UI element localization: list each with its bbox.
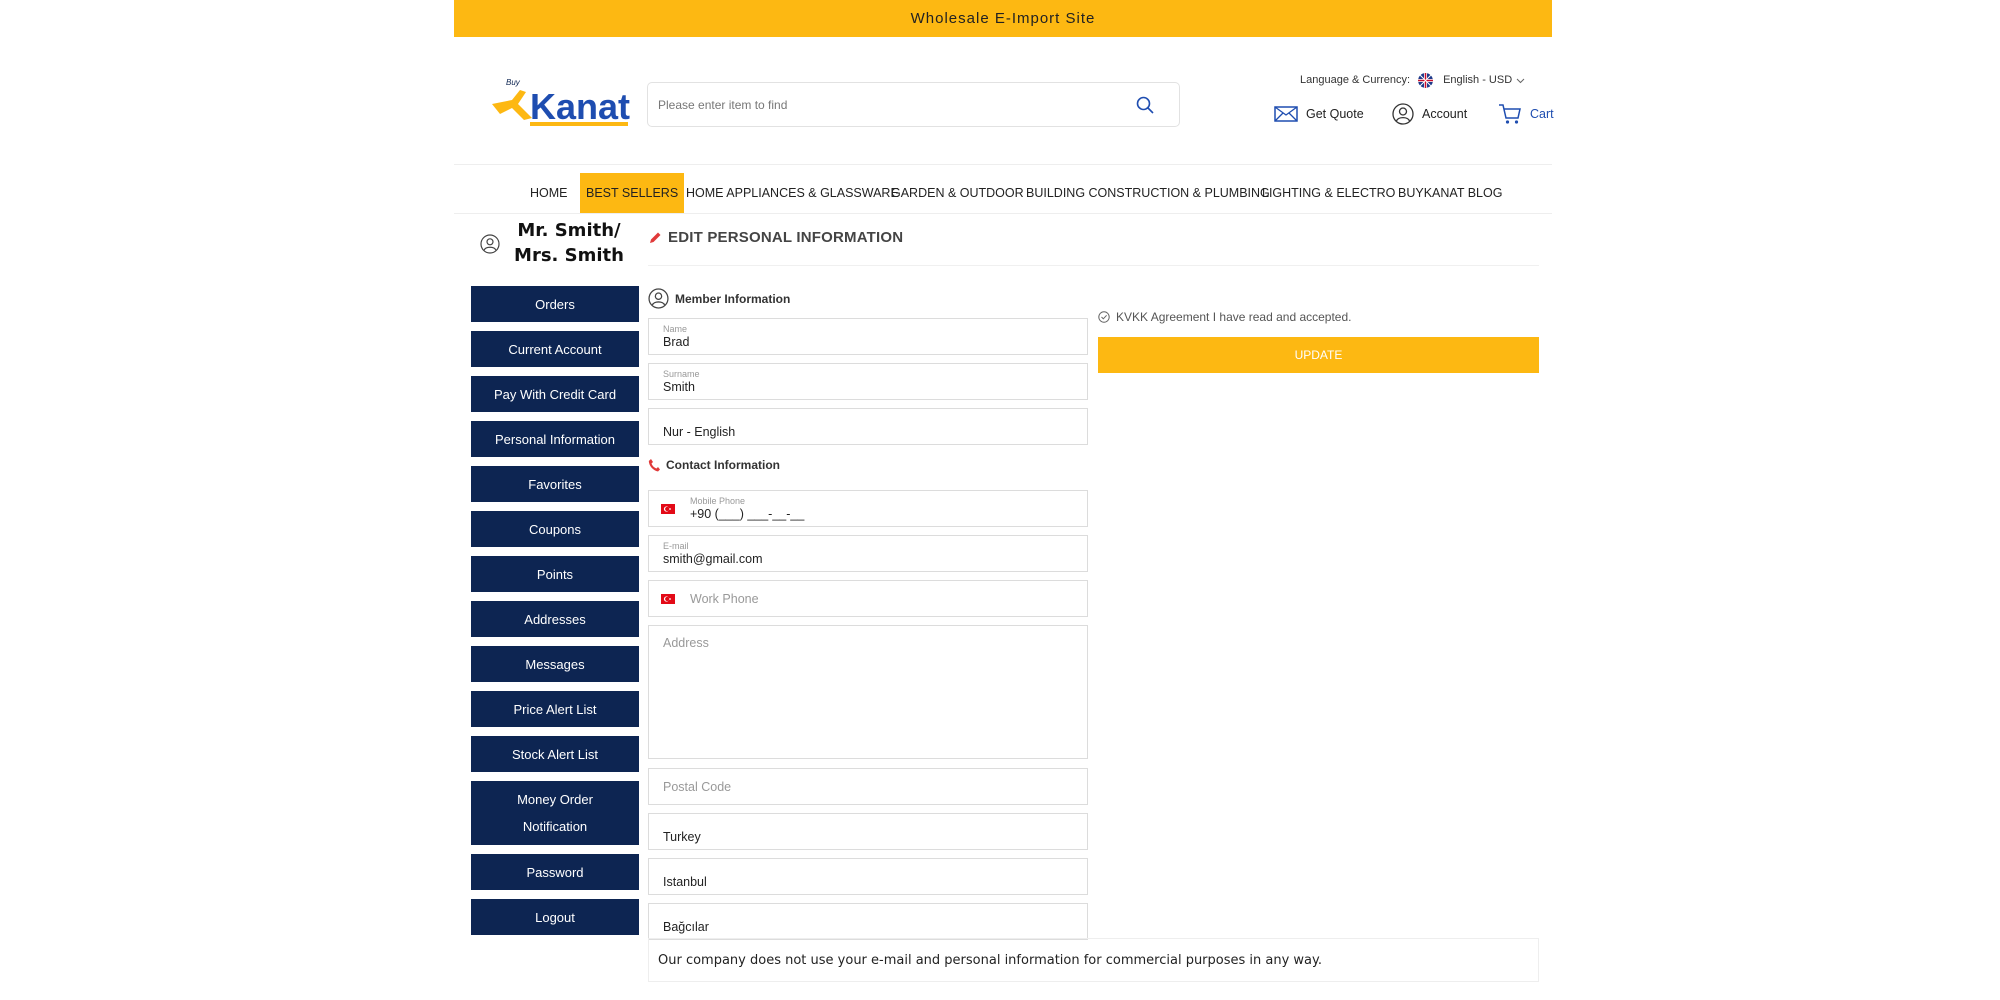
postal-code-field[interactable]: Postal Code [648, 768, 1088, 805]
sidebar-item-stock-alert[interactable]: Stock Alert List [471, 736, 639, 772]
account-label: Account [1422, 107, 1468, 121]
email-field[interactable]: E-mail smith@gmail.com [648, 535, 1088, 572]
district-value: Bağcılar [663, 920, 709, 934]
member-info-text: Member Information [675, 291, 791, 306]
search-input[interactable] [658, 97, 1135, 112]
sidebar-item-favorites[interactable]: Favorites [471, 466, 639, 502]
sidebar-item-logout[interactable]: Logout [471, 899, 639, 935]
nav-home-appliances[interactable]: HOME APPLIANCES & GLASSWARE [680, 173, 905, 213]
page-title-text: EDIT PERSONAL INFORMATION [668, 229, 904, 246]
turkey-flag-icon [661, 594, 675, 604]
language-value: Nur - English [663, 425, 736, 439]
mobile-phone-value: +90 (___) ___-__-__ [690, 507, 805, 521]
privacy-notice: Our company does not use your e-mail and… [648, 938, 1539, 982]
work-phone-field[interactable]: Work Phone [648, 580, 1088, 617]
search-box [647, 82, 1180, 127]
email-label: E-mail [663, 541, 689, 551]
get-quote-label: Get Quote [1306, 107, 1364, 121]
envelope-icon [1274, 106, 1298, 122]
district-select[interactable]: Bağcılar [648, 903, 1088, 940]
sidebar-item-pay-credit-card[interactable]: Pay With Credit Card [471, 376, 639, 412]
profile-user-icon [480, 234, 500, 254]
name-value: Brad [663, 335, 690, 349]
chevron-down-icon [1516, 78, 1525, 83]
sidebar-item-password[interactable]: Password [471, 854, 639, 890]
name-field[interactable]: Name Brad [648, 318, 1088, 355]
get-quote-link[interactable]: Get Quote [1274, 102, 1364, 126]
kvkk-agreement[interactable]: KVKK Agreement I have read and accepted. [1098, 310, 1352, 324]
divider [648, 265, 1539, 266]
language-currency[interactable]: Language & Currency: English - USD [1300, 72, 1525, 88]
work-phone-placeholder: Work Phone [690, 592, 759, 606]
surname-value: Smith [663, 380, 695, 394]
language-label: Language & Currency: [1300, 74, 1411, 86]
uk-flag-icon [1418, 72, 1434, 88]
sidebar-item-coupons[interactable]: Coupons [471, 511, 639, 547]
search-icon[interactable] [1135, 95, 1155, 115]
cart-icon [1499, 104, 1521, 124]
sidebar-item-personal-information[interactable]: Personal Information [471, 421, 639, 457]
user-icon [1392, 103, 1414, 125]
svg-text:Kanat: Kanat [530, 86, 630, 127]
name-label: Name [663, 324, 688, 334]
sidebar-item-money-order[interactable]: Money Order Notification [471, 781, 639, 845]
privacy-notice-text: Our company does not use your e-mail and… [658, 952, 1322, 968]
mobile-phone-label: Mobile Phone [690, 496, 746, 506]
contact-info-title: Contact Information [648, 458, 780, 472]
country-value: Turkey [663, 830, 701, 844]
member-info-title: Member Information [648, 288, 790, 309]
city-value: Istanbul [663, 875, 707, 889]
page: Wholesale E-Import Site Buy Kanat Langua… [454, 0, 1554, 1000]
address-field[interactable]: Address [648, 625, 1088, 759]
turkey-flag-icon [661, 504, 675, 514]
nav-garden-outdoor[interactable]: GARDEN & OUTDOOR [885, 173, 1030, 213]
nav-home[interactable]: HOME [524, 173, 574, 213]
account-link[interactable]: Account [1392, 102, 1467, 126]
pencil-icon [650, 232, 661, 243]
surname-label: Surname [663, 369, 700, 379]
sidebar-item-orders[interactable]: Orders [471, 286, 639, 322]
city-select[interactable]: Istanbul [648, 858, 1088, 895]
language-value: English - USD [1443, 74, 1513, 86]
cart-label: Cart [1530, 107, 1554, 121]
postal-code-placeholder: Postal Code [663, 780, 732, 794]
sidebar-item-current-account[interactable]: Current Account [471, 331, 639, 367]
surname-field[interactable]: Surname Smith [648, 363, 1088, 400]
update-button[interactable]: UPDATE [1098, 337, 1539, 373]
cart-link[interactable]: Cart [1498, 102, 1554, 126]
main-nav: HOME BEST SELLERS HOME APPLIANCES & GLAS… [454, 164, 1552, 214]
phone-icon [648, 459, 660, 472]
nav-blog[interactable]: BUYKANAT BLOG [1392, 173, 1508, 213]
top-banner: Wholesale E-Import Site [454, 0, 1552, 37]
sidebar-item-addresses[interactable]: Addresses [471, 601, 639, 637]
svg-text:Buy: Buy [506, 78, 521, 87]
nav-best-sellers[interactable]: BEST SELLERS [580, 173, 685, 213]
page-title: EDIT PERSONAL INFORMATION [648, 229, 903, 246]
kvkk-text: KVKK Agreement I have read and accepted. [1116, 310, 1352, 324]
sidebar-item-price-alert[interactable]: Price Alert List [471, 691, 639, 727]
language-field[interactable]: Nur - English [648, 408, 1088, 445]
sidebar-item-points[interactable]: Points [471, 556, 639, 592]
email-value: smith@gmail.com [663, 552, 763, 566]
address-placeholder: Address [663, 636, 709, 650]
check-circle-icon[interactable] [1098, 311, 1110, 323]
banner-text: Wholesale E-Import Site [910, 10, 1096, 27]
nav-building-construction[interactable]: BUILDING CONSTRUCTION & PLUMBING [1020, 173, 1276, 213]
nav-lighting-electro[interactable]: LIGHTING & ELECTRO [1256, 173, 1401, 213]
site-logo[interactable]: Buy Kanat [490, 78, 632, 130]
logo-icon: Buy Kanat [492, 78, 630, 127]
user-name: Mr. Smith/ Mrs. Smith [514, 220, 624, 266]
mobile-phone-field[interactable]: Mobile Phone +90 (___) ___-__-__ [648, 490, 1088, 527]
contact-info-text: Contact Information [666, 458, 780, 472]
sidebar-item-messages[interactable]: Messages [471, 646, 639, 682]
country-select[interactable]: Turkey [648, 813, 1088, 850]
member-user-icon [648, 288, 669, 309]
